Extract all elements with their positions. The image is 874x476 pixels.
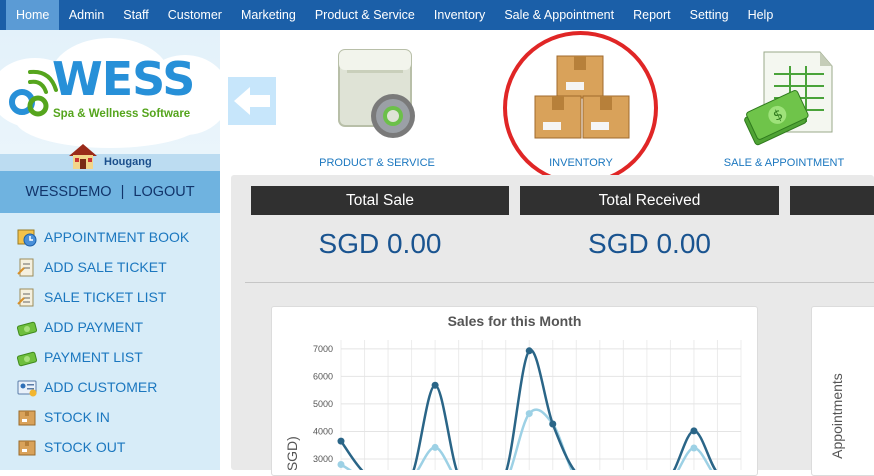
chart-y-tick-label: 7000 [313, 344, 333, 354]
chart-y-tick-label: 6000 [313, 371, 333, 381]
customer-card-icon [16, 376, 38, 398]
money-add-icon [16, 316, 38, 338]
section-divider [245, 282, 874, 283]
chart-data-point [549, 420, 557, 428]
logo-tagline: Spa & Wellness Software [53, 108, 191, 120]
shortcut-label: SALE & APPOINTMENT [723, 157, 845, 169]
shortcut-product-service[interactable]: PRODUCT & SERVICE [318, 36, 436, 169]
stat-header-cutoff [790, 186, 874, 215]
chart-data-point [431, 443, 439, 451]
total-received-header: Total Received [520, 186, 779, 215]
sidebar-item-add-customer[interactable]: ADD CUSTOMER [0, 372, 220, 402]
total-sale-value: SGD 0.00 [318, 228, 442, 259]
clock-book-icon [16, 226, 38, 248]
location-label: Hougang [104, 156, 152, 168]
chart-series-line-2 [340, 408, 713, 470]
total-received-value: SGD 0.00 [588, 228, 711, 259]
nav-inventory[interactable]: Inventory [424, 0, 494, 30]
product-box-gear-icon [338, 49, 415, 138]
sidebar-item-label: PAYMENT LIST [44, 349, 143, 365]
box-out-icon [16, 436, 38, 458]
sidebar-item-label: APPOINTMENT BOOK [44, 229, 190, 245]
shortcut-sale-appointment[interactable]: $ SALE & APPOINTMENT [722, 36, 846, 169]
sidebar-item-label: SALE TICKET LIST [44, 289, 167, 305]
sale-sheet-money-icon: $ [744, 51, 833, 146]
chart-y-tick-label: 5000 [313, 399, 333, 409]
chart-data-point [525, 410, 533, 418]
nav-sale-appointment[interactable]: Sale & Appointment [495, 0, 624, 30]
sidebar-item-label: ADD SALE TICKET [44, 259, 167, 275]
ticket-list-icon [16, 286, 38, 308]
sidebar-item-label: ADD PAYMENT [44, 319, 144, 335]
nav-customer[interactable]: Customer [158, 0, 231, 30]
chart-data-point [337, 437, 345, 445]
house-icon [69, 144, 97, 169]
back-arrow-button[interactable] [228, 77, 276, 125]
nav-admin[interactable]: Admin [59, 0, 113, 30]
nav-staff[interactable]: Staff [114, 0, 158, 30]
sidebar-item-add-payment[interactable]: ADD PAYMENT [0, 312, 220, 342]
arrow-left-icon [234, 87, 270, 115]
money-list-icon [16, 346, 38, 368]
top-nav: Home Admin Staff Customer Marketing Prod… [0, 0, 874, 30]
nav-product-service[interactable]: Product & Service [305, 0, 424, 30]
sidebar-item-payment-list[interactable]: PAYMENT LIST [0, 342, 220, 372]
sidebar-item-appointment-book[interactable]: APPOINTMENT BOOK [0, 222, 220, 252]
nav-marketing[interactable]: Marketing [231, 0, 305, 30]
logo-area: WESS Spa & Wellness Software [0, 30, 230, 154]
appointments-axis-label: Appointments [829, 373, 845, 459]
shortcut-label: PRODUCT & SERVICE [319, 157, 435, 169]
chart-y-tick-label: 4000 [313, 426, 333, 436]
ticket-add-icon [16, 256, 38, 278]
shortcut-inventory[interactable]: INVENTORY [531, 36, 631, 169]
shortcut-label: INVENTORY [549, 157, 613, 169]
chart-data-point [431, 381, 439, 389]
sidebar-item-stock-out[interactable]: STOCK OUT [0, 432, 220, 462]
chart-y-tick-label: 3000 [313, 454, 333, 464]
logo-text: WESS [52, 52, 195, 106]
chart-data-point [690, 427, 698, 435]
logout-link[interactable]: LOGOUT [133, 184, 194, 200]
sidebar-item-sale-ticket-list[interactable]: SALE TICKET LIST [0, 282, 220, 312]
username-link[interactable]: WESSDEMO [25, 184, 111, 200]
sidebar-item-stock-in[interactable]: STOCK IN [0, 402, 220, 432]
sidebar-item-label: ADD CUSTOMER [44, 379, 158, 395]
inventory-boxes-icon [534, 55, 630, 139]
box-in-icon [16, 406, 38, 428]
chart-data-point [690, 444, 698, 452]
nav-home[interactable]: Home [6, 0, 60, 30]
sidebar: WESS Spa & Wellness Software Hougang WES… [0, 30, 230, 470]
user-bar: WESSDEMO | LOGOUT [0, 171, 220, 213]
user-bar-separator: | [120, 184, 125, 200]
sidebar-item-add-sale-ticket[interactable]: ADD SALE TICKET [0, 252, 220, 282]
nav-report[interactable]: Report [624, 0, 681, 30]
sidebar-menu: APPOINTMENT BOOK ADD SALE TICKET SALE TI… [0, 222, 220, 462]
nav-setting[interactable]: Setting [680, 0, 738, 30]
chart-data-point [337, 460, 345, 468]
nav-help[interactable]: Help [738, 0, 783, 30]
total-sale-header: Total Sale [251, 186, 509, 215]
sales-line-chart: 3000 4000 5000 6000 7000 (SGD) [284, 340, 742, 470]
chart-y-axis-label: (SGD) [284, 436, 300, 470]
sidebar-item-label: STOCK IN [44, 409, 110, 425]
chart-data-point [525, 347, 533, 355]
sidebar-item-label: STOCK OUT [44, 439, 126, 455]
